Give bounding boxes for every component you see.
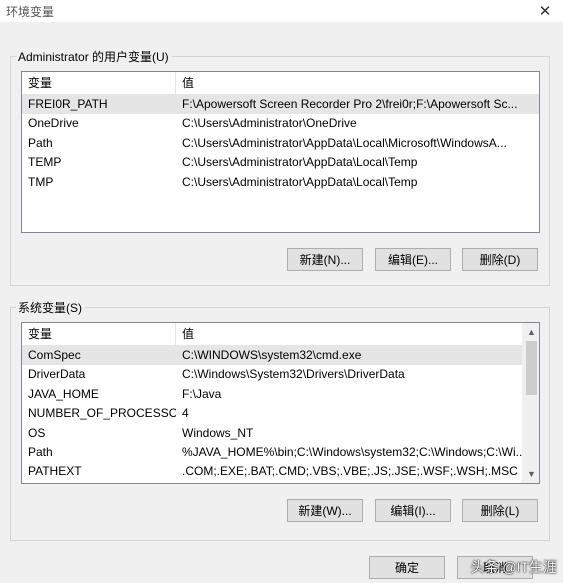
- list-header: 变量 值: [22, 323, 522, 346]
- table-row[interactable]: PATHEXT .COM;.EXE;.BAT;.CMD;.VBS;.VBE;.JS…: [22, 462, 522, 481]
- variable-value-cell: C:\Users\Administrator\AppData\Local\Mic…: [182, 135, 507, 150]
- variable-value-cell: 4: [182, 406, 189, 421]
- variable-value-cell: C:\Windows\System32\Drivers\DriverData: [182, 367, 405, 382]
- variable-value-cell: C:\WINDOWS\system32\cmd.exe: [182, 348, 362, 362]
- variable-value-cell: .COM;.EXE;.BAT;.CMD;.VBS;.VBE;.JS;.JSE;.…: [182, 464, 518, 479]
- user-edit-button[interactable]: 编辑(E)...: [375, 248, 451, 271]
- variable-value-cell: C:\Users\Administrator\OneDrive: [182, 116, 357, 131]
- table-row[interactable]: OS Windows_NT: [22, 424, 522, 443]
- user-delete-button[interactable]: 删除(D): [462, 248, 538, 271]
- table-row[interactable]: JAVA_HOME F:\Java: [22, 385, 522, 404]
- user-new-button[interactable]: 新建(N)...: [287, 248, 363, 271]
- variable-value-cell: C:\Users\Administrator\AppData\Local\Tem…: [182, 174, 418, 189]
- scroll-down-arrow-icon[interactable]: ▼: [523, 465, 539, 482]
- variable-name-cell: TMP: [28, 174, 54, 189]
- variable-value-cell: F:\Apowersoft Screen Recorder Pro 2\frei…: [182, 97, 518, 111]
- scroll-up-arrow-icon[interactable]: ▲: [523, 323, 539, 340]
- system-variables-label: 系统变量(S): [16, 299, 85, 316]
- column-header-value[interactable]: 值: [176, 323, 522, 345]
- system-new-button[interactable]: 新建(W)...: [287, 499, 363, 522]
- table-row[interactable]: NUMBER_OF_PROCESSORS 4: [22, 404, 522, 423]
- variable-value-cell: Windows_NT: [182, 425, 254, 440]
- close-icon[interactable]: ✕: [533, 0, 557, 22]
- table-row[interactable]: DriverData C:\Windows\System32\Drivers\Dr…: [22, 365, 522, 384]
- variable-name-cell: Path: [28, 135, 53, 150]
- system-edit-button[interactable]: 编辑(I)...: [375, 499, 451, 522]
- user-variables-label: Administrator 的用户变量(U): [16, 48, 172, 65]
- variable-name-cell: OneDrive: [28, 116, 79, 131]
- variable-name-cell: Path: [28, 445, 53, 459]
- variable-name-cell: TEMP: [28, 155, 62, 170]
- variable-name-cell: PATHEXT: [28, 464, 82, 479]
- system-delete-button[interactable]: 删除(L): [462, 499, 538, 522]
- table-row[interactable]: TEMP C:\Users\Administrator\AppData\Local…: [22, 153, 539, 172]
- table-row[interactable]: FREI0R_PATH F:\Apowersoft Screen Recorder…: [22, 95, 539, 114]
- column-header-variable[interactable]: 变量: [22, 72, 176, 94]
- user-variables-list[interactable]: 变量 值 FREI0R_PATH F:\Apowersoft Screen Rec…: [21, 71, 540, 233]
- table-row[interactable]: ComSpec C:\WINDOWS\system32\cmd.exe: [22, 346, 522, 365]
- variable-value-cell: %JAVA_HOME%\bin;C:\Windows\system32;C:\W…: [182, 445, 522, 459]
- variable-name-cell: JAVA_HOME: [28, 386, 99, 401]
- system-variables-list[interactable]: 变量 值 ComSpec C:\WINDOWS\system32\cmd.exe D…: [21, 322, 540, 484]
- environment-variables-dialog: 环境变量 ✕ Administrator 的用户变量(U) 变量 值 FREI0…: [0, 0, 563, 583]
- column-header-value[interactable]: 值: [176, 72, 539, 94]
- variable-name-cell: NUMBER_OF_PROCESSORS: [28, 406, 176, 421]
- vertical-scrollbar[interactable]: ▲ ▼: [522, 323, 539, 483]
- list-header: 变量 值: [22, 72, 539, 95]
- column-header-variable[interactable]: 变量: [22, 323, 176, 345]
- variable-value-cell: C:\Users\Administrator\AppData\Local\Tem…: [182, 155, 418, 170]
- variable-name-cell: DriverData: [28, 367, 86, 382]
- table-row[interactable]: OneDrive C:\Users\Administrator\OneDrive: [22, 114, 539, 133]
- table-row[interactable]: Path %JAVA_HOME%\bin;C:\Windows\system32;…: [22, 443, 522, 462]
- table-row[interactable]: Path C:\Users\Administrator\AppData\Local…: [22, 134, 539, 153]
- watermark: 头条 @IT生涯: [470, 559, 557, 575]
- table-row[interactable]: TMP C:\Users\Administrator\AppData\Local\…: [22, 173, 539, 192]
- window-title: 环境变量: [6, 5, 55, 19]
- title-bar: 环境变量 ✕: [0, 0, 563, 22]
- variable-name-cell: OS: [28, 425, 46, 440]
- variable-name-cell: FREI0R_PATH: [28, 97, 108, 111]
- scroll-thumb[interactable]: [526, 341, 537, 395]
- variable-name-cell: ComSpec: [28, 348, 81, 362]
- ok-button[interactable]: 确定: [369, 556, 445, 579]
- variable-value-cell: F:\Java: [182, 386, 222, 401]
